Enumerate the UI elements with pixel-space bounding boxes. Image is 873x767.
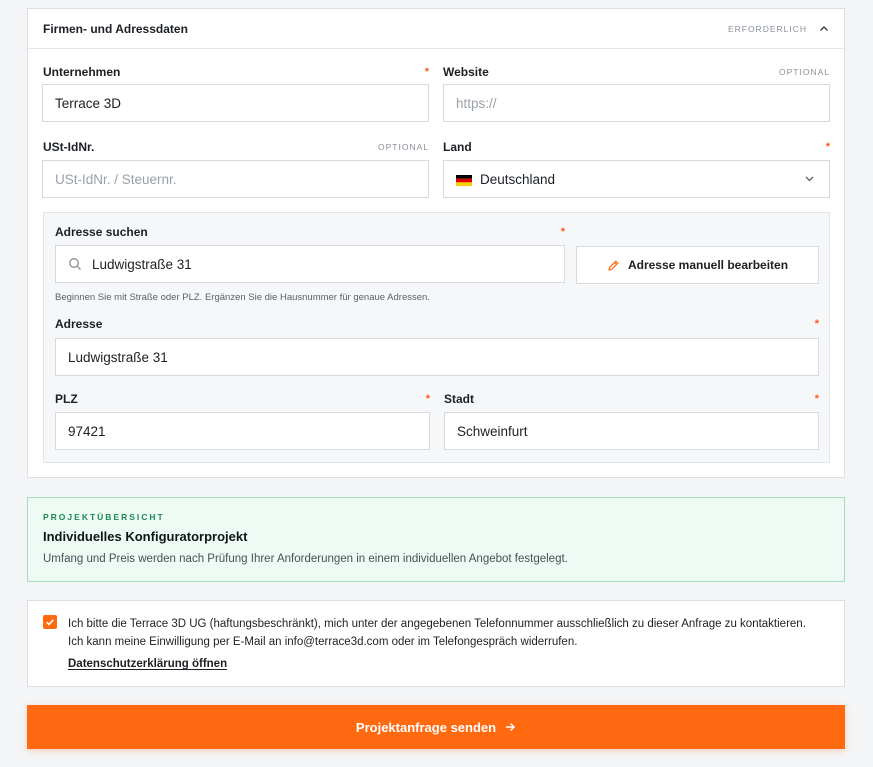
required-marker: * [825,141,830,153]
edit-address-manually-button[interactable]: Adresse manuell bearbeiten [576,246,819,284]
consent-checkbox[interactable] [43,615,57,629]
city-value: Schweinfurt [457,423,528,439]
zip-label-row: PLZ * [55,392,430,406]
vat-label: USt-IdNr. [43,140,95,154]
city-input[interactable]: Schweinfurt [444,412,819,450]
overview-text: Umfang und Preis werden nach Prüfung Ihr… [43,553,568,565]
required-marker: * [560,226,565,238]
zip-input[interactable]: 97421 [55,412,430,450]
country-label-row: Land * [443,140,830,154]
city-label-row: Stadt * [444,392,819,406]
firm-address-card: Firmen- und Adressdaten ERFORDERLICH Unt… [27,8,845,478]
address-search-label-row: Adresse suchen * [55,225,565,239]
chevron-down-icon [804,172,815,187]
germany-flag-icon [456,174,472,186]
company-label: Unternehmen [43,65,121,79]
company-label-row: Unternehmen * [43,65,429,79]
address-search-hint: Beginnen Sie mit Straße oder PLZ. Ergänz… [55,292,430,303]
consent-line-1: Ich bitte die Terrace 3D UG (haftungsbes… [68,618,806,630]
firm-card-header[interactable]: Firmen- und Adressdaten ERFORDERLICH [28,9,844,49]
check-icon [45,617,55,627]
required-marker: * [424,66,429,78]
consent-text: Ich bitte die Terrace 3D UG (haftungsbes… [68,615,828,651]
required-tag: ERFORDERLICH [727,23,807,34]
chevron-up-icon[interactable] [819,24,829,34]
company-input[interactable]: Terrace 3D [42,84,429,122]
address-label-row: Adresse * [55,317,819,331]
website-placeholder: https:// [456,95,497,111]
vat-input[interactable]: USt-IdNr. / Steuernr. [42,160,429,198]
address-search-label: Adresse suchen [55,225,148,239]
zip-value: 97421 [68,423,106,439]
pencil-icon [607,259,620,272]
required-marker: * [814,393,819,405]
country-label: Land [443,140,472,154]
required-marker: * [814,318,819,330]
city-label: Stadt [444,392,474,406]
consent-line-2: Ich kann meine Einwilligung per E-Mail a… [68,636,578,648]
firm-card-title: Firmen- und Adressdaten [43,21,188,36]
country-select[interactable]: Deutschland [443,160,830,198]
edit-address-manually-label: Adresse manuell bearbeiten [627,258,789,272]
required-marker: * [425,393,430,405]
zip-label: PLZ [55,392,78,406]
company-value: Terrace 3D [55,95,122,111]
website-label: Website [443,65,489,79]
privacy-policy-link[interactable]: Datenschutzerklärung öffnen [68,658,227,670]
arrow-right-icon [504,721,516,733]
vat-placeholder: USt-IdNr. / Steuernr. [55,171,177,187]
optional-tag: OPTIONAL [779,67,830,77]
address-value: Ludwigstraße 31 [68,349,168,365]
optional-tag: OPTIONAL [378,142,429,152]
country-value: Deutschland [480,171,556,187]
address-search-value: Ludwigstraße 31 [92,256,192,272]
search-icon [68,257,82,271]
submit-button[interactable]: Projektanfrage senden [27,705,845,749]
submit-label: Projektanfrage senden [355,719,497,735]
overview-title: Individuelles Konfiguratorprojekt [43,529,248,544]
vat-label-row: USt-IdNr. OPTIONAL [43,140,429,154]
website-input[interactable]: https:// [443,84,830,122]
address-box: Adresse suchen * Ludwigstraße 31 Adresse… [43,212,830,463]
address-label: Adresse [55,317,103,331]
address-search-input[interactable]: Ludwigstraße 31 [55,245,565,283]
consent-box: Ich bitte die Terrace 3D UG (haftungsbes… [27,600,845,687]
address-input[interactable]: Ludwigstraße 31 [55,338,819,376]
project-overview-box: PROJEKTÜBERSICHT Individuelles Konfigura… [27,497,845,582]
website-label-row: Website OPTIONAL [443,65,830,79]
overview-kicker: PROJEKTÜBERSICHT [43,512,165,522]
